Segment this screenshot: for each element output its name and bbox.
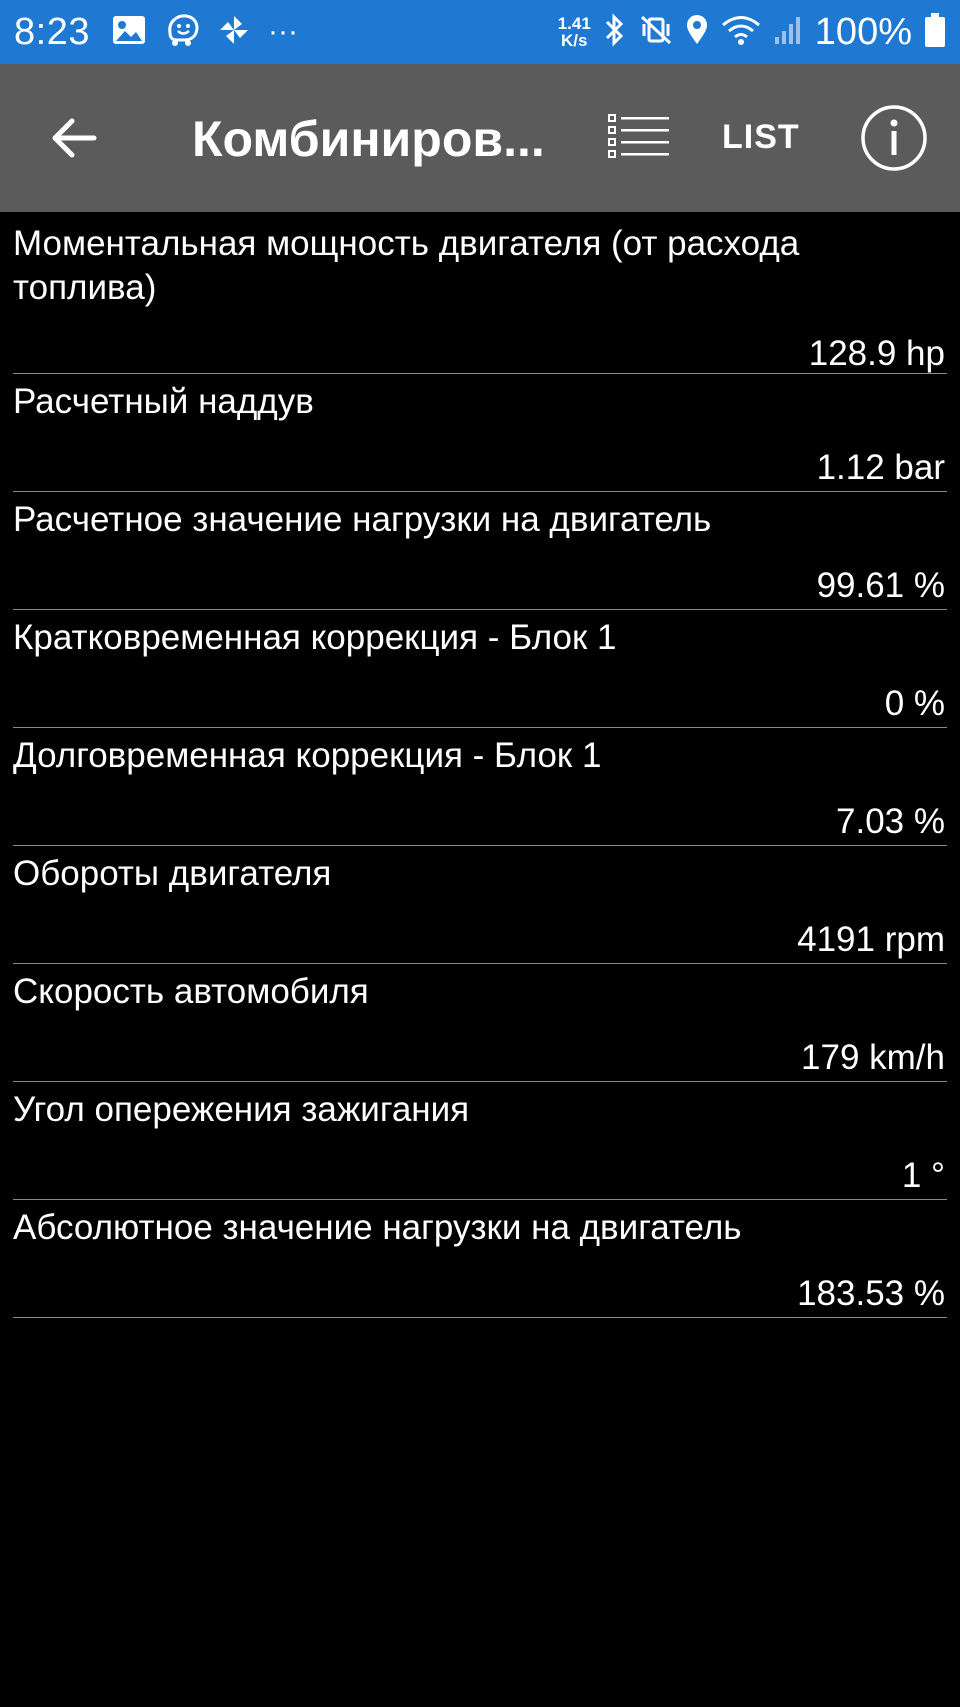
list-item[interactable]: Расчетный наддув 1.12 bar — [13, 374, 947, 492]
page-title: Комбиниров... — [192, 111, 545, 167]
reading-label: Угол опережения зажигания — [13, 1090, 470, 1129]
reading-value: 4191 rpm — [797, 920, 945, 959]
readings-list: Моментальная мощность двигателя (от расх… — [13, 216, 947, 1318]
list-item[interactable]: Расчетное значение нагрузки на двигатель… — [13, 492, 947, 610]
list-item[interactable]: Моментальная мощность двигателя (от расх… — [13, 216, 947, 374]
reading-value: 7.03 % — [836, 802, 945, 841]
reading-value: 1.12 bar — [816, 448, 945, 487]
list-item[interactable]: Долговременная коррекция - Блок 1 7.03 % — [13, 728, 947, 846]
notification-icons: ··· — [112, 13, 298, 52]
list-item[interactable]: Скорость автомобиля 179 km/h — [13, 964, 947, 1082]
list-item[interactable]: Кратковременная коррекция - Блок 1 0 % — [13, 610, 947, 728]
back-arrow-icon — [52, 118, 97, 158]
more-dots-icon: ··· — [267, 15, 298, 48]
pinwheel-icon — [218, 14, 250, 51]
reading-label: Абсолютное значение нагрузки на двигател… — [13, 1208, 742, 1247]
cell-signal-icon — [773, 15, 803, 50]
list-button[interactable]: LIST — [722, 118, 800, 157]
reading-value: 1 ° — [901, 1156, 945, 1195]
network-speed: 1.41 K/s — [557, 14, 591, 50]
system-icons: 1.41 K/s 100% — [558, 11, 946, 54]
list-item[interactable]: Обороты двигателя 4191 rpm — [13, 846, 947, 964]
app-bar: Комбиниров... LIST — [0, 64, 960, 212]
reading-label: Обороты двигателя — [13, 854, 332, 893]
info-button[interactable] — [860, 104, 928, 172]
list-view-button[interactable] — [604, 108, 674, 168]
reading-value: 0 % — [884, 684, 945, 723]
back-button[interactable] — [44, 108, 104, 168]
reading-value: 99.61 % — [816, 566, 945, 605]
reading-label: Кратковременная коррекция - Блок 1 — [13, 618, 617, 657]
info-icon — [861, 105, 927, 171]
location-icon — [685, 14, 709, 51]
reading-value: 128.9 hp — [808, 334, 945, 373]
status-bar: 8:23 ··· 1.41 K/s 100% — [0, 0, 960, 64]
reading-value: 179 km/h — [801, 1038, 945, 1077]
reading-label: Расчетное значение нагрузки на двигатель — [13, 500, 712, 539]
list-item[interactable]: Угол опережения зажигания 1 ° — [13, 1082, 947, 1200]
reading-label: Расчетный наддув — [13, 382, 314, 421]
reading-label: Долговременная коррекция - Блок 1 — [13, 736, 602, 775]
waze-icon — [164, 13, 200, 52]
wifi-icon — [721, 14, 761, 51]
bluetooth-icon — [603, 12, 627, 52]
reading-value: 183.53 % — [797, 1274, 945, 1313]
list-item[interactable]: Абсолютное значение нагрузки на двигател… — [13, 1200, 947, 1318]
reading-label: Моментальная мощность двигателя (от расх… — [13, 224, 800, 307]
battery-percent: 100% — [814, 10, 912, 53]
list-view-icon — [608, 114, 669, 158]
battery-icon — [924, 12, 946, 53]
vibrate-mute-icon — [639, 14, 673, 51]
status-time: 8:23 — [14, 10, 90, 53]
reading-label: Скорость автомобиля — [13, 972, 369, 1011]
gallery-icon — [112, 15, 146, 50]
